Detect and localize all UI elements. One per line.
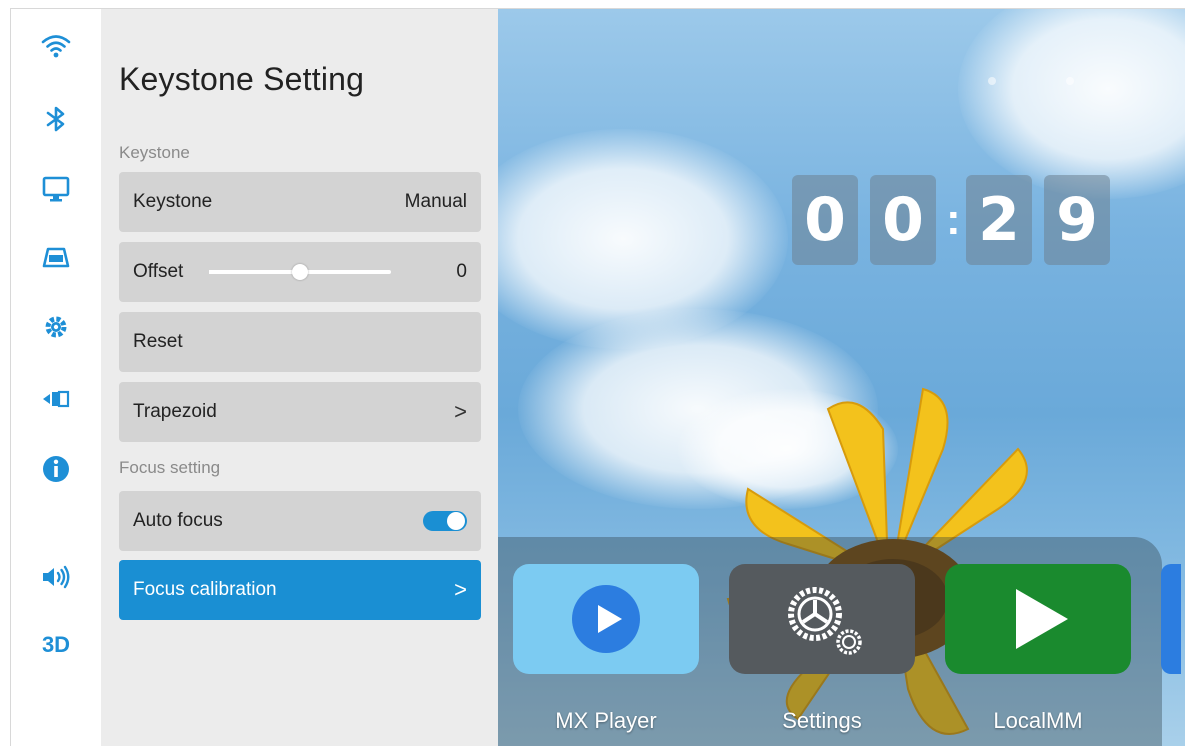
app-label-mx-player: MX Player (555, 708, 657, 733)
status-dot-icon (988, 77, 996, 85)
clock-widget: 0 0 : 2 9 (792, 175, 1122, 265)
auto-focus-row-label: Auto focus (133, 510, 223, 531)
focus-calibration-row[interactable]: Focus calibration > (119, 560, 481, 620)
keystone-icon[interactable] (36, 237, 76, 277)
reset-row-label: Reset (133, 331, 183, 352)
clock-minute-ones: 9 (1044, 175, 1110, 265)
toggle-knob (447, 512, 465, 530)
offset-slider-fill (209, 270, 301, 274)
chevron-right-icon: > (454, 577, 467, 602)
offset-row-label: Offset (133, 261, 184, 282)
app-tile-partial[interactable] (1161, 564, 1181, 674)
home-wallpaper: 0 0 : 2 9 MX Player Settings LocalMM (498, 9, 1185, 746)
app-tile-mx-player[interactable] (513, 564, 699, 674)
icon-rail: 3D (11, 9, 101, 746)
app-label-settings: Settings (782, 708, 862, 733)
status-dot-icon (1066, 77, 1074, 85)
clock-hour-tens: 0 (792, 175, 858, 265)
clock-minute-tens: 2 (966, 175, 1032, 265)
wifi-icon[interactable] (36, 27, 76, 67)
keystone-settings-panel: Keystone Setting Keystone Keystone Manua… (101, 9, 498, 746)
display-icon[interactable] (36, 169, 76, 209)
mx-player-icon (572, 585, 640, 653)
app-label-localmm: LocalMM (993, 708, 1083, 733)
focus-calibration-row-label: Focus calibration (133, 579, 277, 600)
launcher-screen: 3D Keystone Setting Keystone Keystone Ma… (10, 8, 1185, 746)
app-tile-localmm[interactable] (945, 564, 1131, 674)
app-tile-settings[interactable] (729, 564, 915, 674)
auto-focus-toggle[interactable] (423, 511, 467, 531)
clock-hour-ones: 0 (870, 175, 936, 265)
offset-row-value: 0 (456, 261, 467, 282)
localmm-play-icon (1016, 589, 1068, 649)
offset-slider-thumb[interactable] (292, 264, 309, 280)
settings-gear-icon[interactable] (36, 307, 76, 347)
keystone-row-value: Manual (404, 191, 467, 212)
trapezoid-row[interactable]: Trapezoid > (119, 382, 481, 442)
section-label-keystone: Keystone (119, 143, 190, 162)
offset-slider[interactable] (209, 260, 392, 284)
bluetooth-icon[interactable] (36, 99, 76, 139)
chevron-right-icon: > (454, 399, 467, 424)
clock-separator: : (946, 195, 961, 244)
keystone-mode-row[interactable]: Keystone Manual (119, 172, 481, 232)
reset-row[interactable]: Reset (119, 312, 481, 372)
section-label-focus: Focus setting (119, 458, 221, 477)
cloud-decoration (958, 9, 1185, 199)
offset-row[interactable]: Offset 0 (119, 242, 481, 302)
3d-label: 3D (41, 632, 71, 657)
info-icon[interactable] (36, 449, 76, 489)
3d-icon[interactable]: 3D (36, 625, 76, 665)
input-source-icon[interactable] (36, 379, 76, 419)
trapezoid-row-label: Trapezoid (133, 401, 217, 422)
keystone-row-label: Keystone (133, 191, 213, 212)
settings-app-icon (788, 587, 862, 655)
auto-focus-row[interactable]: Auto focus (119, 491, 481, 551)
volume-icon[interactable] (36, 557, 76, 597)
page-title: Keystone Setting (119, 61, 365, 97)
